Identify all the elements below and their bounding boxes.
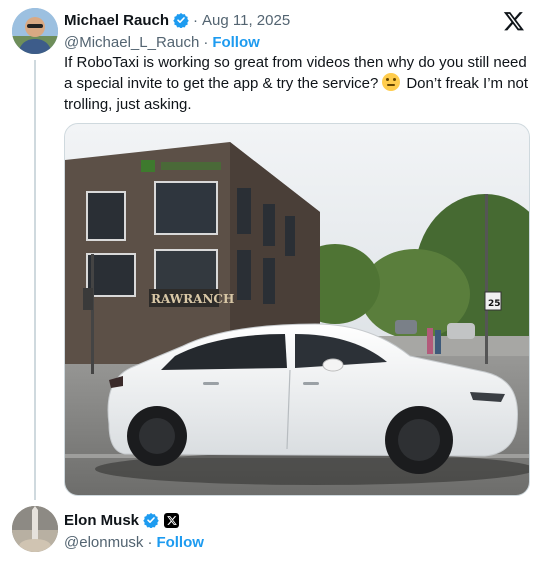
x-affiliate-badge-icon <box>164 512 180 528</box>
tweet-text: If RoboTaxi is working so great from vid… <box>64 52 534 115</box>
thinking-face-icon <box>382 73 401 91</box>
follow-button[interactable]: Follow <box>156 534 204 551</box>
photo-building-sign: RAWRANCH <box>151 292 234 306</box>
author-name[interactable]: Elon Musk <box>64 512 139 529</box>
follow-button[interactable]: Follow <box>212 34 260 51</box>
verified-badge-icon <box>173 13 189 28</box>
separator-dot: · <box>203 33 209 51</box>
separator-dot: · <box>147 533 153 551</box>
verified-badge-icon <box>143 513 159 528</box>
author-handle[interactable]: @Michael_L_Rauch <box>64 34 199 51</box>
author-name[interactable]: Michael Rauch <box>64 12 169 29</box>
photo-speed-sign: 25 <box>488 299 501 309</box>
author-handle[interactable]: @elonmusk <box>64 534 143 551</box>
x-logo-icon[interactable] <box>503 10 525 32</box>
tweet-photo[interactable]: RAWRANCH 25 <box>64 123 530 496</box>
tweet-michael-rauch[interactable]: Michael Rauch · Aug 11, 2025 @Michael_L_… <box>0 0 543 500</box>
tweet-elon-musk[interactable]: Elon Musk @elonmusk · Follow <box>0 500 543 563</box>
tweet-date[interactable]: Aug 11, 2025 <box>202 12 290 29</box>
separator-dot: · <box>193 11 199 29</box>
avatar[interactable] <box>12 506 58 552</box>
avatar[interactable] <box>12 8 58 54</box>
